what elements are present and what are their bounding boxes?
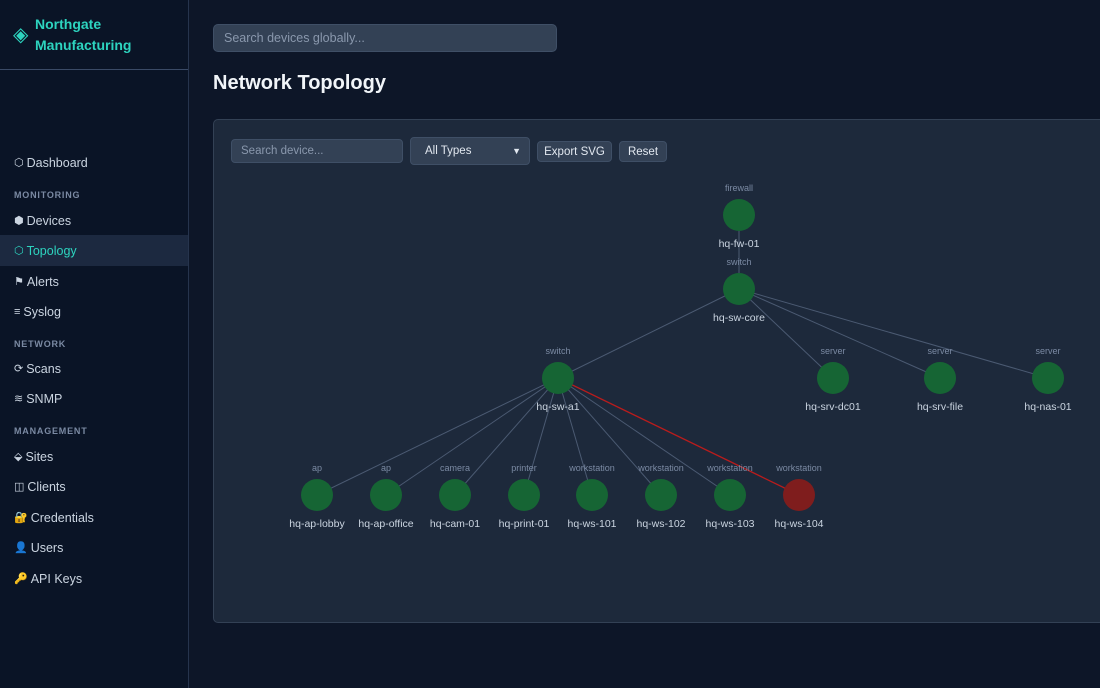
node-status-circle[interactable] <box>1032 362 1064 394</box>
node-name-label: hq-cam-01 <box>430 518 480 530</box>
topology-link-hq-sw-a1-hq-ap-office <box>385 377 559 496</box>
topology-nodes: firewall hq-fw-01 switch hq-sw-core switch hq… <box>289 183 1072 530</box>
node-name-label: hq-sw-core <box>713 312 765 324</box>
node-type-label: printer <box>511 463 537 473</box>
node-status-circle[interactable] <box>723 273 755 305</box>
node-status-circle[interactable] <box>508 479 540 511</box>
topology-node-hq-ap-lobby[interactable]: ap hq-ap-lobby <box>289 463 345 530</box>
node-type-label: server <box>1035 346 1060 356</box>
topology-node-hq-sw-a1[interactable]: switch hq-sw-a1 <box>536 346 579 413</box>
topology-link-hq-sw-a1-hq-ws-104 <box>557 377 800 496</box>
node-status-circle[interactable] <box>301 479 333 511</box>
node-type-label: workstation <box>706 463 753 473</box>
node-type-label: workstation <box>637 463 684 473</box>
node-type-label: server <box>927 346 952 356</box>
topology-node-hq-fw-01[interactable]: firewall hq-fw-01 <box>719 183 760 250</box>
node-name-label: hq-print-01 <box>499 518 550 530</box>
topology-node-hq-srv-dc01[interactable]: server hq-srv-dc01 <box>805 346 861 413</box>
topology-node-hq-cam-01[interactable]: camera hq-cam-01 <box>430 463 480 530</box>
node-type-label: ap <box>381 463 391 473</box>
node-status-circle[interactable] <box>783 479 815 511</box>
topology-node-hq-ws-101[interactable]: workstation hq-ws-101 <box>567 463 616 530</box>
node-name-label: hq-sw-a1 <box>536 401 579 413</box>
topology-graph: firewall hq-fw-01 switch hq-sw-core switch hq… <box>289 183 1072 530</box>
topology-link-hq-sw-a1-hq-ws-102 <box>557 377 662 496</box>
node-status-circle[interactable] <box>439 479 471 511</box>
node-status-circle[interactable] <box>370 479 402 511</box>
node-name-label: hq-fw-01 <box>719 238 760 250</box>
topology-link-hq-sw-a1-hq-cam-01 <box>454 377 559 496</box>
node-type-label: workstation <box>568 463 615 473</box>
topology-node-hq-print-01[interactable]: printer hq-print-01 <box>499 463 550 530</box>
topology-node-hq-nas-01[interactable]: server hq-nas-01 <box>1024 346 1071 413</box>
topology-link-hq-sw-a1-hq-ws-103 <box>557 377 731 496</box>
topology-link-hq-sw-core-hq-sw-a1 <box>557 288 740 379</box>
node-name-label: hq-nas-01 <box>1024 401 1071 413</box>
topology-node-hq-ws-104[interactable]: workstation hq-ws-104 <box>774 463 823 530</box>
node-name-label: hq-srv-dc01 <box>805 401 861 413</box>
topology-link-hq-sw-a1-hq-ap-lobby <box>316 377 559 496</box>
node-type-label: switch <box>726 257 751 267</box>
topology-node-hq-ws-102[interactable]: workstation hq-ws-102 <box>636 463 685 530</box>
node-type-label: workstation <box>775 463 822 473</box>
node-type-label: camera <box>440 463 470 473</box>
node-name-label: hq-ws-104 <box>774 518 823 530</box>
node-name-label: hq-ws-102 <box>636 518 685 530</box>
topology-node-hq-ws-103[interactable]: workstation hq-ws-103 <box>705 463 754 530</box>
node-name-label: hq-ap-lobby <box>289 518 345 530</box>
node-status-circle[interactable] <box>645 479 677 511</box>
node-name-label: hq-srv-file <box>917 401 963 413</box>
node-type-label: switch <box>545 346 570 356</box>
node-status-circle[interactable] <box>723 199 755 231</box>
node-type-label: server <box>820 346 845 356</box>
node-status-circle[interactable] <box>714 479 746 511</box>
topology-link-hq-sw-a1-hq-ws-101 <box>557 377 593 496</box>
node-type-label: firewall <box>725 183 753 193</box>
node-status-circle[interactable] <box>576 479 608 511</box>
node-type-label: ap <box>312 463 322 473</box>
node-status-circle[interactable] <box>817 362 849 394</box>
topology-node-hq-srv-file[interactable]: server hq-srv-file <box>917 346 963 413</box>
node-name-label: hq-ws-101 <box>567 518 616 530</box>
topology-link-hq-sw-a1-hq-print-01 <box>523 377 559 496</box>
node-name-label: hq-ap-office <box>358 518 413 530</box>
node-name-label: hq-ws-103 <box>705 518 754 530</box>
node-status-circle[interactable] <box>924 362 956 394</box>
topology-node-hq-ap-office[interactable]: ap hq-ap-office <box>358 463 413 530</box>
node-status-circle[interactable] <box>542 362 574 394</box>
